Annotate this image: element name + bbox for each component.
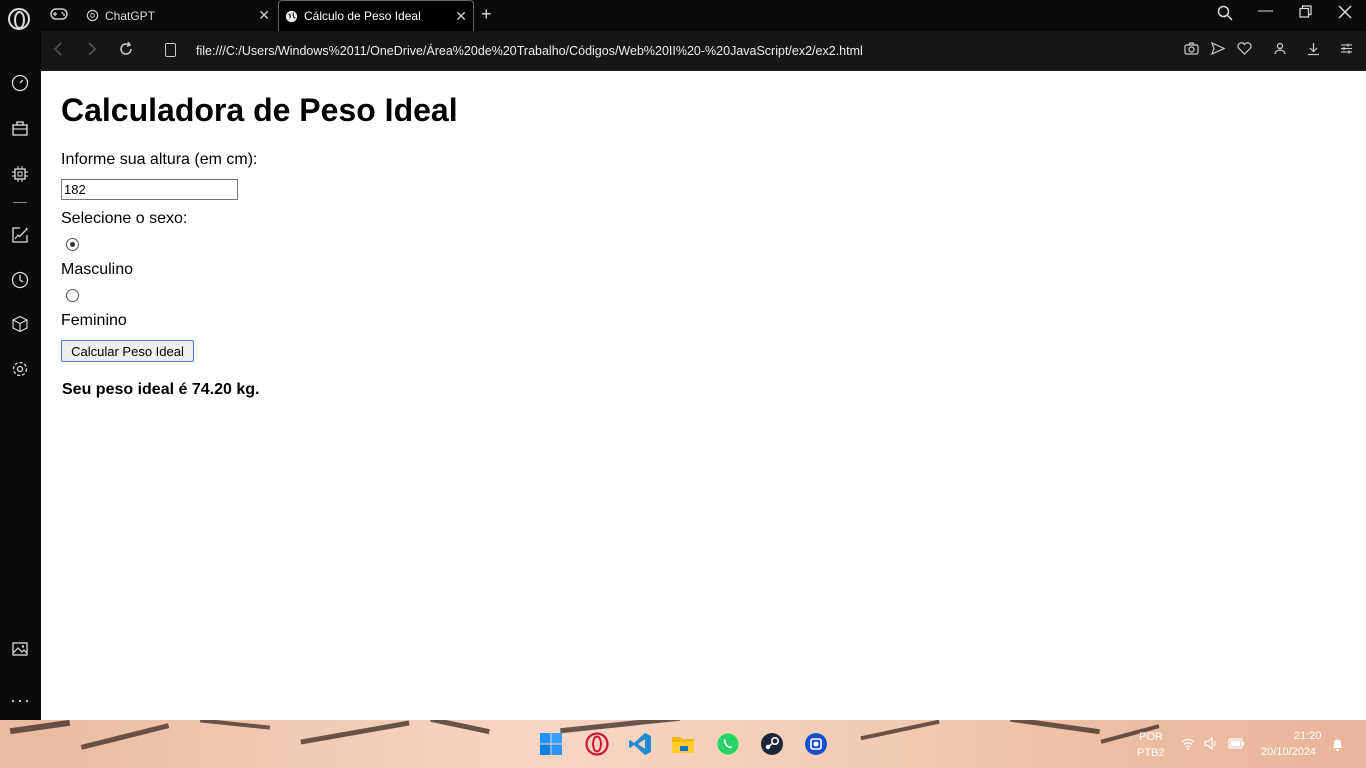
height-label: Informe sua altura (em cm): <box>61 151 258 168</box>
file-icon[interactable] <box>165 43 176 57</box>
speed-dial-icon[interactable] <box>10 74 30 94</box>
back-icon[interactable] <box>53 41 63 62</box>
history-clock-icon[interactable] <box>10 271 30 291</box>
more-icon[interactable]: ··· <box>10 690 30 710</box>
web-page: Calculadora de Peso Ideal Informe sua al… <box>41 71 1366 720</box>
battery-icon[interactable] <box>1228 738 1245 749</box>
calculate-button[interactable]: Calcular Peso Ideal <box>61 340 194 362</box>
search-icon[interactable] <box>1217 5 1233 25</box>
taskbar: POR PTB2 21:20 20/10/2024 <box>0 720 1366 768</box>
forward-icon[interactable] <box>87 41 97 62</box>
result-text: Seu peso ideal é 74.20 kg. <box>62 381 260 398</box>
download-icon[interactable] <box>1307 42 1320 59</box>
gear-icon[interactable] <box>10 360 30 380</box>
heart-icon[interactable] <box>1237 42 1252 58</box>
chatgpt-icon <box>86 9 99 22</box>
wallpaper-stroke <box>430 720 490 735</box>
sidebar-divider <box>13 202 27 203</box>
whatsapp-icon[interactable] <box>716 732 740 756</box>
cube-icon[interactable] <box>10 315 30 335</box>
restore-icon[interactable] <box>1299 5 1312 22</box>
masculino-label: Masculino <box>61 261 134 278</box>
opera-logo-icon[interactable] <box>8 8 30 30</box>
close-icon[interactable]: ✕ <box>455 8 467 25</box>
close-window-icon[interactable] <box>1338 5 1352 23</box>
minimize-icon[interactable]: — <box>1258 2 1273 19</box>
clock-date[interactable]: 20/10/2024 <box>1261 746 1316 758</box>
profile-icon[interactable] <box>1274 42 1286 58</box>
opera-gx-icon[interactable] <box>585 732 609 756</box>
language-code[interactable]: POR <box>1139 731 1163 743</box>
wallpaper-stroke <box>1010 720 1100 735</box>
feminino-label: Feminino <box>61 312 127 329</box>
tab-chatgpt[interactable]: ChatGPT ✕ <box>86 0 276 31</box>
steam-icon[interactable] <box>760 732 784 756</box>
wifi-icon[interactable] <box>1181 738 1195 750</box>
tab-label: ChatGPT <box>105 8 156 23</box>
sex-label: Selecione o sexo: <box>61 210 188 227</box>
reload-icon[interactable] <box>118 41 134 62</box>
globe-icon <box>285 10 298 22</box>
wallpaper-stroke <box>9 720 71 735</box>
file-explorer-icon[interactable] <box>671 732 695 756</box>
tab-peso-ideal[interactable]: Cálculo de Peso Ideal ✕ <box>278 0 474 31</box>
wallpaper-stroke <box>80 723 170 750</box>
keyboard-layout[interactable]: PTB2 <box>1137 747 1165 759</box>
send-icon[interactable] <box>1210 41 1226 58</box>
vscode-icon[interactable] <box>628 732 652 756</box>
height-input[interactable] <box>61 179 238 200</box>
wallpaper-stroke <box>860 720 940 741</box>
wallpaper-stroke <box>560 720 680 734</box>
windows-start-icon[interactable] <box>539 732 563 756</box>
tab-bar: ChatGPT ✕ Cálculo de Peso Ideal ✕ + — <box>0 0 1366 31</box>
radio-masculino[interactable] <box>66 238 79 251</box>
url-text[interactable]: file:///C:/Users/Windows%2011/OneDrive/Á… <box>196 44 863 58</box>
image-gallery-icon[interactable] <box>10 640 30 660</box>
page-title: Calculadora de Peso Ideal <box>61 92 458 128</box>
new-tab-icon[interactable]: + <box>481 4 492 25</box>
radio-feminino[interactable] <box>66 289 79 302</box>
game-app-icon[interactable] <box>804 732 828 756</box>
sidebar: ··· <box>0 31 41 720</box>
notification-bell-icon[interactable] <box>1331 737 1344 752</box>
gamepad-icon[interactable] <box>50 7 68 23</box>
tab-label: Cálculo de Peso Ideal <box>304 9 421 23</box>
close-icon[interactable]: ✕ <box>258 7 270 24</box>
camera-icon[interactable] <box>1184 42 1199 58</box>
clock-time[interactable]: 21:20 <box>1294 730 1322 742</box>
settings-sliders-icon[interactable] <box>1340 42 1353 58</box>
bag-icon[interactable] <box>10 119 30 139</box>
address-bar: file:///C:/Users/Windows%2011/OneDrive/Á… <box>41 31 1366 71</box>
cpu-icon[interactable] <box>10 165 30 185</box>
wallpaper-stroke <box>300 720 410 745</box>
volume-icon[interactable] <box>1204 737 1218 750</box>
edit-chart-icon[interactable] <box>10 226 30 246</box>
wallpaper-stroke <box>199 720 271 730</box>
